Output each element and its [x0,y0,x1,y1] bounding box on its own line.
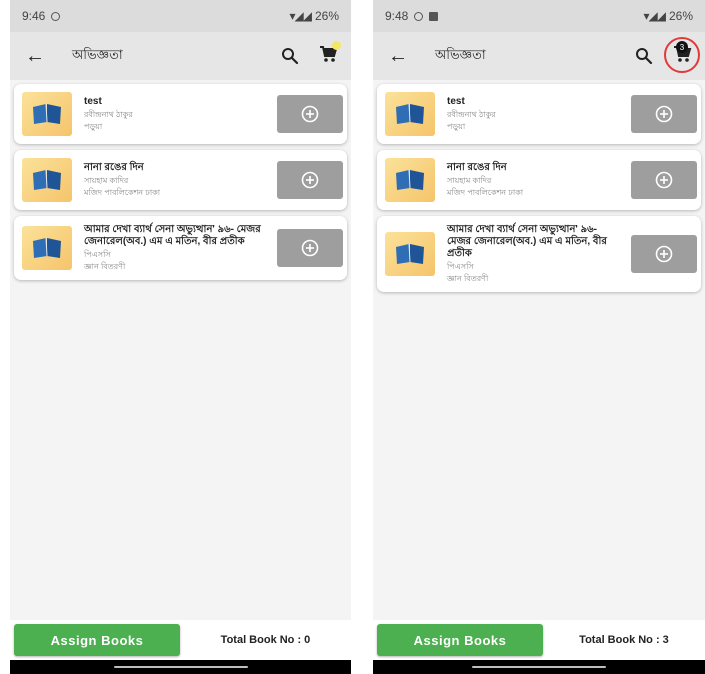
assign-books-button[interactable]: Assign Books [377,624,543,656]
book-publisher: জ্ঞান বিতরণী [84,262,126,271]
book-cover-icon [385,232,435,276]
book-title: test [447,96,465,107]
signal-icon: ▾◢◢ [643,9,666,23]
book-card: test রবীন্দ্রনাথ ঠাকুর পড়ুয়া [377,84,701,144]
plus-circle-icon [301,171,319,189]
system-nav-bar [10,660,351,674]
add-book-button[interactable] [631,95,697,133]
page-title: অভিজ্ঞতা [72,46,123,62]
book-title: নানা রঙের দিন [447,162,507,173]
search-icon[interactable] [275,41,305,71]
book-title: test [84,96,102,107]
book-author: সায়হাম কাদির [447,176,492,185]
cart-button[interactable] [313,41,343,71]
book-cover-icon [22,226,72,270]
book-publisher: পড়ুয়া [84,122,103,131]
book-list: test রবীন্দ্রনাথ ঠাকুর পড়ুয়া নানা রঙের… [10,80,351,632]
book-cover-icon [22,158,72,202]
notification-circle-icon [414,11,424,21]
book-title: আমার দেখা ব্যার্থ সেনা অভ্যুত্থান' ৯৬- ম… [84,224,261,247]
book-author: রবীন্দ্রনাথ ঠাকুর [447,110,496,119]
system-nav-bar [373,660,705,674]
add-book-button[interactable] [277,161,343,199]
book-publisher: জ্ঞান বিতরণী [447,274,489,283]
book-author: সায়হাম কাদির [84,176,129,185]
book-info: নানা রঙের দিন সায়হাম কাদির মজিদ পাবলিকে… [84,162,269,198]
book-cover-icon [385,92,435,136]
plus-circle-icon [301,239,319,257]
battery-level: 26% [668,9,693,23]
book-title: আমার দেখা ব্যার্থ সেনা অভ্যুত্থান' ৯৬- ম… [447,224,607,259]
status-time: 9:48 [385,9,409,23]
cart-badge-dot [332,41,341,50]
book-info: test রবীন্দ্রনাথ ঠাকুর পড়ুয়া [447,96,623,132]
book-info: আমার দেখা ব্যার্থ সেনা অভ্যুত্থান' ৯৬- ম… [447,224,623,284]
book-title: নানা রঙের দিন [84,162,144,173]
book-card: নানা রঙের দিন সায়হাম কাদির মজিদ পাবলিকে… [14,150,347,210]
cart-button[interactable]: 3 [664,37,700,73]
add-book-button[interactable] [631,235,697,273]
plus-circle-icon [301,105,319,123]
book-cover-icon [385,158,435,202]
total-book-count: Total Book No : 0 [220,634,311,646]
phone-screen-1: 9:46 ▾◢◢ 26% ← অভিজ্ঞতা test রবীন্দ্রনাথ… [10,0,351,674]
bottom-action-bar: Assign Books Total Book No : 0 [10,620,351,660]
book-card: আমার দেখা ব্যার্থ সেনা অভ্যুত্থান' ৯৬- ম… [377,216,701,292]
page-title: অভিজ্ঞতা [435,46,486,62]
book-info: test রবীন্দ্রনাথ ঠাকুর পড়ুয়া [84,96,269,132]
image-notification-icon [429,11,439,21]
home-gesture-handle[interactable] [472,666,606,668]
book-author: পিএসসি [447,262,474,271]
phone-screen-2: 9:48 ▾◢◢ 26% ← অভিজ্ঞতা 3 test রবীন্দ্রন… [373,0,705,674]
status-bar: 9:46 ▾◢◢ 26% [10,0,351,32]
book-cover-icon [22,92,72,136]
app-bar: ← অভিজ্ঞতা [10,32,351,80]
add-book-button[interactable] [631,161,697,199]
search-icon[interactable] [629,41,659,71]
assign-books-button[interactable]: Assign Books [14,624,180,656]
plus-circle-icon [655,105,673,123]
add-book-button[interactable] [277,95,343,133]
battery-level: 26% [314,9,339,23]
status-time: 9:46 [22,9,46,23]
status-bar: 9:48 ▾◢◢ 26% [373,0,705,32]
highlight-ring [664,37,700,73]
book-info: আমার দেখা ব্যার্থ সেনা অভ্যুত্থান' ৯৬- ম… [84,224,269,272]
book-card: নানা রঙের দিন সায়হাম কাদির মজিদ পাবলিকে… [377,150,701,210]
signal-icon: ▾◢◢ [289,9,312,23]
add-book-button[interactable] [277,229,343,267]
plus-circle-icon [655,245,673,263]
book-author: রবীন্দ্রনাথ ঠাকুর [84,110,133,119]
book-info: নানা রঙের দিন সায়হাম কাদির মজিদ পাবলিকে… [447,162,623,198]
book-publisher: পড়ুয়া [447,122,466,131]
bottom-action-bar: Assign Books Total Book No : 3 [373,620,705,660]
book-card: আমার দেখা ব্যার্থ সেনা অভ্যুত্থান' ৯৬- ম… [14,216,347,280]
book-publisher: মজিদ পাবলিকেশন ঢাকা [84,188,161,197]
home-gesture-handle[interactable] [113,666,248,668]
total-book-count: Total Book No : 3 [579,634,669,646]
app-bar: ← অভিজ্ঞতা 3 [373,32,705,80]
book-author: পিএসসি [84,250,111,259]
notification-circle-icon [51,11,61,21]
plus-circle-icon [655,171,673,189]
book-publisher: মজিদ পাবলিকেশন ঢাকা [447,188,524,197]
back-arrow-icon[interactable]: ← [18,39,52,73]
back-arrow-icon[interactable]: ← [381,39,415,73]
book-card: test রবীন্দ্রনাথ ঠাকুর পড়ুয়া [14,84,347,144]
book-list: test রবীন্দ্রনাথ ঠাকুর পড়ুয়া নানা রঙের… [373,80,705,632]
